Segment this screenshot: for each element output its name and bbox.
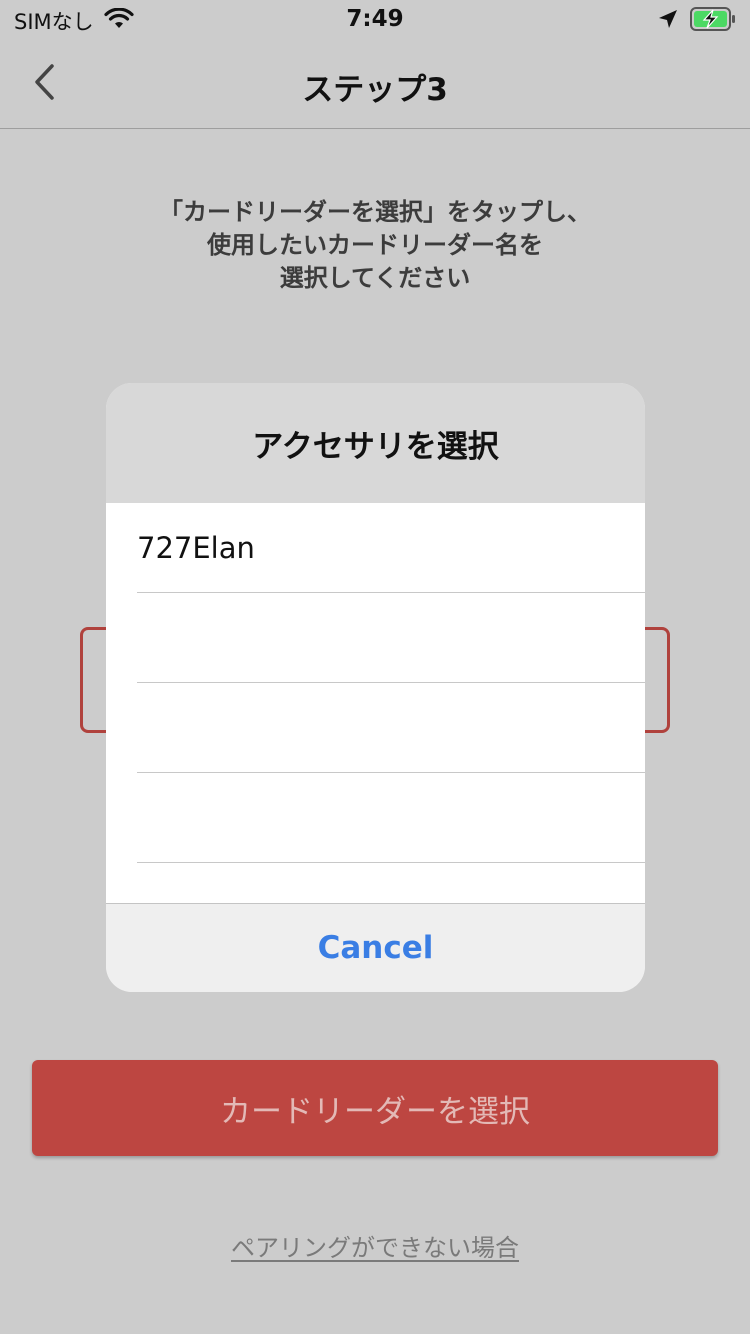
pairing-help-link-container: ペアリングができない場合 <box>0 1228 750 1263</box>
instruction-line: 選択してください <box>279 264 471 292</box>
dialog-title: アクセサリを選択 <box>106 383 645 503</box>
location-arrow-icon <box>658 9 678 33</box>
accessory-item[interactable] <box>137 593 645 683</box>
status-right <box>658 6 736 36</box>
accessory-item[interactable] <box>137 773 645 863</box>
cancel-button[interactable]: Cancel <box>106 903 645 992</box>
instruction-text: 「カードリーダーを選択」をタップし、 使用したいカードリーダー名を 選択してくだ… <box>75 196 675 295</box>
instruction-line: 「カードリーダーを選択」をタップし、 <box>159 198 591 226</box>
accessory-item[interactable]: 727Elan <box>137 503 645 593</box>
nav-bar: ステップ3 <box>0 40 750 128</box>
nav-divider <box>0 128 750 129</box>
accessory-item[interactable] <box>137 683 645 773</box>
accessory-list[interactable]: 727Elan <box>106 503 645 903</box>
status-bar: SIMなし 7:49 <box>0 0 750 40</box>
page-title: ステップ3 <box>302 72 448 108</box>
status-time: 7:49 <box>346 6 404 32</box>
accessory-picker-dialog: アクセサリを選択 727Elan Cancel <box>106 383 645 992</box>
instruction-line: 使用したいカードリーダー名を <box>207 231 543 259</box>
battery-charging-icon <box>690 7 736 35</box>
pairing-help-link[interactable]: ペアリングができない場合 <box>231 1234 519 1262</box>
select-card-reader-button[interactable]: カードリーダーを選択 <box>32 1060 718 1156</box>
